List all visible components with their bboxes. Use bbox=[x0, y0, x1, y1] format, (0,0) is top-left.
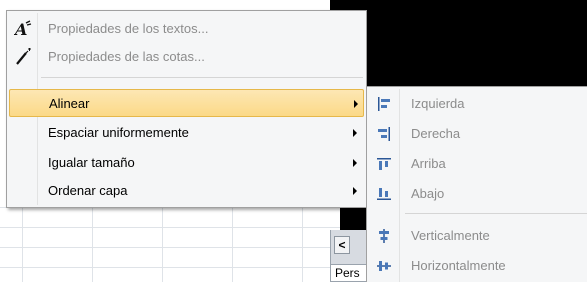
align-bottom-icon bbox=[374, 179, 394, 209]
submenu-item-label: Arriba bbox=[411, 156, 446, 171]
svg-text:A: A bbox=[14, 20, 27, 38]
submenu-item-label: Derecha bbox=[411, 126, 461, 141]
context-menu: A Propiedades de los textos... Propiedad… bbox=[6, 10, 367, 208]
submenu-item-label: Verticalmente bbox=[411, 228, 490, 243]
menu-item-label: Propiedades de los textos... bbox=[48, 21, 209, 36]
text-properties-icon: A bbox=[12, 15, 34, 43]
menu-item-igualar[interactable]: Igualar tamaño bbox=[9, 149, 364, 177]
align-left-icon bbox=[374, 89, 394, 119]
menu-item-espaciar[interactable]: Espaciar uniformemente bbox=[9, 119, 364, 147]
submenu-item-label: Izquierda bbox=[411, 96, 465, 111]
menu-item-label: Ordenar capa bbox=[48, 183, 128, 198]
submenu-arrow-icon bbox=[353, 159, 357, 167]
menu-item-label: Espaciar uniformemente bbox=[48, 125, 189, 140]
submenu-item-izquierda[interactable]: Izquierda bbox=[369, 89, 586, 119]
submenu-item-derecha[interactable]: Derecha bbox=[369, 119, 586, 149]
submenu-item-label: Abajo bbox=[411, 186, 445, 201]
menu-item-dimension-properties[interactable]: Propiedades de las cotas... bbox=[9, 43, 364, 71]
menu-item-alinear[interactable]: Alinear bbox=[9, 89, 364, 117]
submenu-item-arriba[interactable]: Arriba bbox=[369, 149, 586, 179]
menu-item-ordenar[interactable]: Ordenar capa bbox=[9, 177, 364, 205]
menu-item-label: Igualar tamaño bbox=[48, 155, 135, 170]
menu-separator bbox=[41, 77, 363, 78]
align-top-icon bbox=[374, 149, 394, 179]
submenu-arrow-icon bbox=[353, 187, 357, 195]
menu-item-label: Alinear bbox=[49, 96, 90, 111]
submenu-item-label: Horizontalmente bbox=[411, 258, 506, 273]
submenu-separator bbox=[405, 213, 587, 214]
align-right-icon bbox=[374, 119, 394, 149]
center-horizontal-icon bbox=[374, 251, 394, 281]
submenu-item-verticalmente[interactable]: Verticalmente bbox=[369, 221, 586, 251]
dimension-properties-icon bbox=[12, 43, 34, 71]
submenu-item-abajo[interactable]: Abajo bbox=[369, 179, 586, 209]
menu-item-label: Propiedades de las cotas... bbox=[48, 49, 205, 64]
center-vertical-icon bbox=[374, 221, 394, 251]
submenu-arrow-icon bbox=[354, 100, 358, 108]
sheet-prev-button[interactable]: < bbox=[334, 236, 350, 254]
submenu-item-horizontalmente[interactable]: Horizontalmente bbox=[369, 251, 586, 281]
align-submenu: Izquierda Derecha Arriba Abajo Verticalm… bbox=[366, 86, 587, 282]
sheet-grid bbox=[0, 200, 340, 282]
menu-item-text-properties[interactable]: A Propiedades de los textos... bbox=[9, 15, 364, 43]
submenu-arrow-icon bbox=[353, 129, 357, 137]
